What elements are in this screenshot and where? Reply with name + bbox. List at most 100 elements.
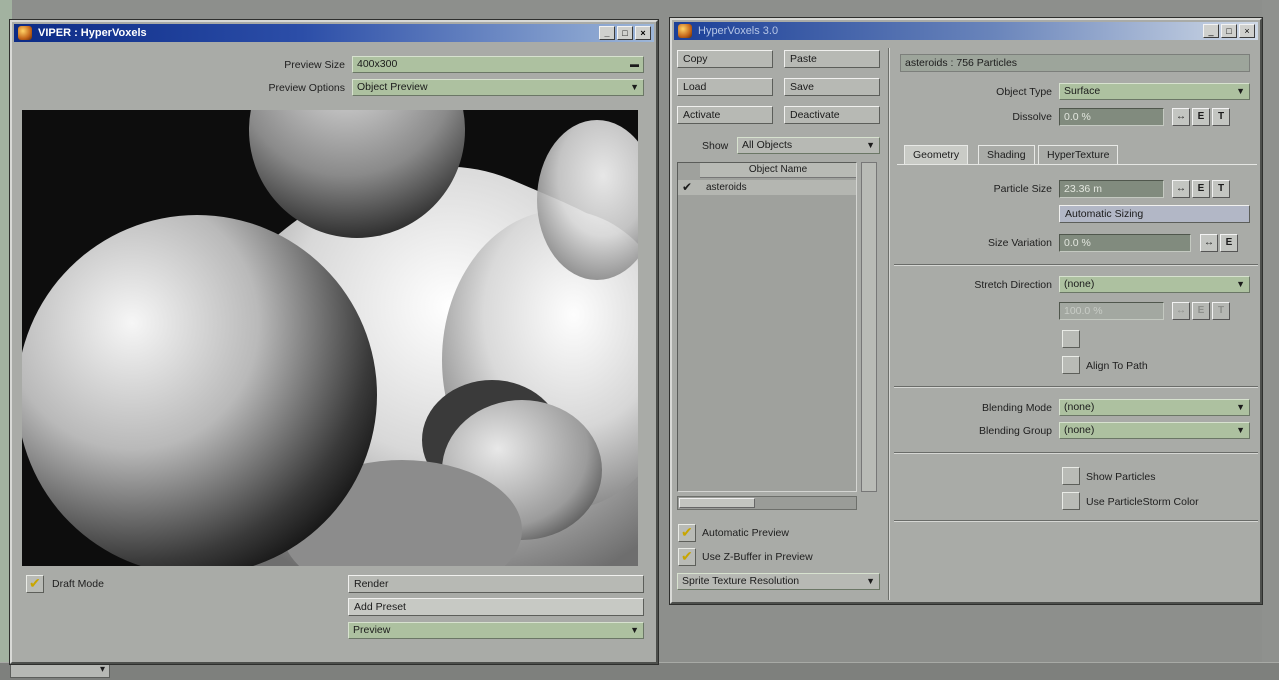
drag-arrows-icon[interactable]: ↔ [1172, 302, 1190, 320]
tab-hypertexture[interactable]: HyperTexture [1038, 145, 1119, 164]
chevron-down-icon: ▼ [866, 576, 875, 586]
hypervoxel-render [22, 110, 638, 566]
object-info-bar: asteroids : 756 Particles [900, 54, 1250, 72]
minimize-button[interactable]: _ [599, 26, 615, 40]
minimize-button[interactable]: _ [1203, 24, 1219, 38]
section-divider [894, 452, 1258, 454]
align-to-path-label: Align To Path [1086, 360, 1148, 372]
object-type-dropdown[interactable]: Surface ▼ [1059, 83, 1250, 100]
close-button[interactable]: × [1239, 24, 1255, 38]
align-to-path-checkbox[interactable] [1062, 356, 1080, 374]
sprite-resolution-value: Sprite Texture Resolution [682, 575, 800, 587]
hypervoxels-title: HyperVoxels 3.0 [698, 25, 779, 37]
envelope-button[interactable]: E [1192, 302, 1210, 320]
hypervoxels-titlebar[interactable]: HyperVoxels 3.0 _ □ × [674, 22, 1258, 40]
draft-mode-label: Draft Mode [52, 578, 104, 590]
use-particlestorm-label: Use ParticleStorm Color [1086, 496, 1199, 508]
preview-mode-value: Preview [353, 624, 391, 636]
hscroll-thumb[interactable] [679, 498, 755, 508]
lightwave-icon [18, 26, 32, 40]
blending-mode-dropdown[interactable]: (none) ▼ [1059, 399, 1250, 416]
particle-size-label: Particle Size [993, 183, 1052, 195]
stretch-direction-dropdown[interactable]: (none) ▼ [1059, 276, 1250, 293]
blending-group-dropdown[interactable]: (none) ▼ [1059, 422, 1250, 439]
texture-button[interactable]: T [1212, 108, 1230, 126]
preview-options-dropdown[interactable]: Object Preview ▼ [352, 79, 644, 96]
object-name-header[interactable]: Object Name [700, 163, 856, 178]
automatic-preview-checkbox[interactable] [678, 524, 696, 542]
desktop-dropdown[interactable] [10, 664, 110, 678]
chevron-down-icon: ▼ [1236, 425, 1245, 435]
envelope-button[interactable]: E [1192, 108, 1210, 126]
deactivate-button[interactable]: Deactivate [784, 106, 880, 124]
chevron-down-icon: ▼ [1236, 402, 1245, 412]
object-type-label: Object Type [996, 86, 1052, 98]
draft-mode-checkbox[interactable] [26, 575, 44, 593]
hypervoxels-window: HyperVoxels 3.0 _ □ × Copy Paste Load Sa… [670, 18, 1262, 604]
viper-titlebar[interactable]: VIPER : HyperVoxels _ □ × [14, 24, 654, 42]
object-name: asteroids [706, 182, 747, 193]
blending-mode-value: (none) [1064, 401, 1095, 413]
drag-arrows-icon[interactable]: ↔ [1200, 234, 1218, 252]
viper-preview-image[interactable] [22, 110, 638, 566]
save-button[interactable]: Save [784, 78, 880, 96]
sprite-resolution-dropdown[interactable]: Sprite Texture Resolution ▼ [677, 573, 880, 590]
drag-arrows-icon[interactable]: ↔ [1172, 108, 1190, 126]
use-zbuffer-checkbox[interactable] [678, 548, 696, 566]
show-particles-checkbox[interactable] [1062, 467, 1080, 485]
tab-geometry[interactable]: Geometry [904, 145, 969, 164]
show-dropdown[interactable]: All Objects ▼ [737, 137, 880, 154]
object-type-value: Surface [1064, 85, 1101, 97]
section-divider [894, 520, 1258, 522]
chevron-down-icon: ▼ [630, 82, 639, 92]
blending-group-value: (none) [1064, 424, 1095, 436]
preview-size-dropdown[interactable]: 400x300 ▬ [352, 56, 644, 73]
copy-button[interactable]: Copy [677, 50, 773, 68]
automatic-preview-label: Automatic Preview [702, 527, 789, 539]
object-list-hscroll[interactable] [677, 496, 857, 510]
unnamed-checkbox[interactable] [1062, 330, 1080, 348]
maximize-button[interactable]: □ [617, 26, 633, 40]
render-button[interactable]: Render [348, 575, 644, 593]
checkmark-icon: ✔ [682, 180, 693, 194]
texture-button[interactable]: T [1212, 302, 1230, 320]
envelope-button[interactable]: E [1220, 234, 1238, 252]
stretch-direction-value: (none) [1064, 278, 1095, 290]
maximize-button[interactable]: □ [1221, 24, 1237, 38]
load-button[interactable]: Load [677, 78, 773, 96]
envelope-button[interactable]: E [1192, 180, 1210, 198]
object-list[interactable]: Object Name ✔ asteroids [677, 162, 857, 492]
object-list-vscroll[interactable] [861, 162, 877, 492]
paste-button[interactable]: Paste [784, 50, 880, 68]
chevron-down-icon: ▼ [630, 625, 639, 635]
drag-arrows-icon[interactable]: ↔ [1172, 180, 1190, 198]
preview-size-value: 400x300 [357, 58, 398, 70]
use-particlestorm-checkbox[interactable] [1062, 492, 1080, 510]
texture-button[interactable]: T [1212, 180, 1230, 198]
dissolve-field[interactable]: 0.0 % [1059, 108, 1164, 126]
show-value: All Objects [742, 139, 793, 151]
desktop-bottom-bar [0, 662, 1279, 680]
right-column-divider [888, 48, 890, 600]
particle-size-field[interactable]: 23.36 m [1059, 180, 1164, 198]
size-variation-field[interactable]: 0.0 % [1059, 234, 1191, 252]
close-button[interactable]: × [635, 26, 651, 40]
show-label: Show [702, 140, 729, 152]
tab-shading[interactable]: Shading [978, 145, 1035, 164]
add-preset-button[interactable]: Add Preset [348, 598, 644, 616]
list-item[interactable]: ✔ asteroids [678, 180, 856, 195]
viper-title: VIPER : HyperVoxels [38, 27, 147, 39]
activate-button[interactable]: Activate [677, 106, 773, 124]
lightwave-icon [678, 24, 692, 38]
blending-group-label: Blending Group [979, 425, 1052, 437]
preview-options-label: Preview Options [268, 82, 345, 94]
chevron-down-icon: ▼ [1236, 86, 1245, 96]
chevron-down-icon: ▼ [866, 140, 875, 150]
preview-size-label: Preview Size [284, 59, 345, 71]
automatic-sizing-button[interactable]: Automatic Sizing [1059, 205, 1250, 223]
dissolve-label: Dissolve [1012, 111, 1052, 123]
chevron-down-icon: ▼ [1236, 279, 1245, 289]
stretch-amount-field[interactable]: 100.0 % [1059, 302, 1164, 320]
section-divider [894, 386, 1258, 388]
preview-mode-dropdown[interactable]: Preview ▼ [348, 622, 644, 639]
